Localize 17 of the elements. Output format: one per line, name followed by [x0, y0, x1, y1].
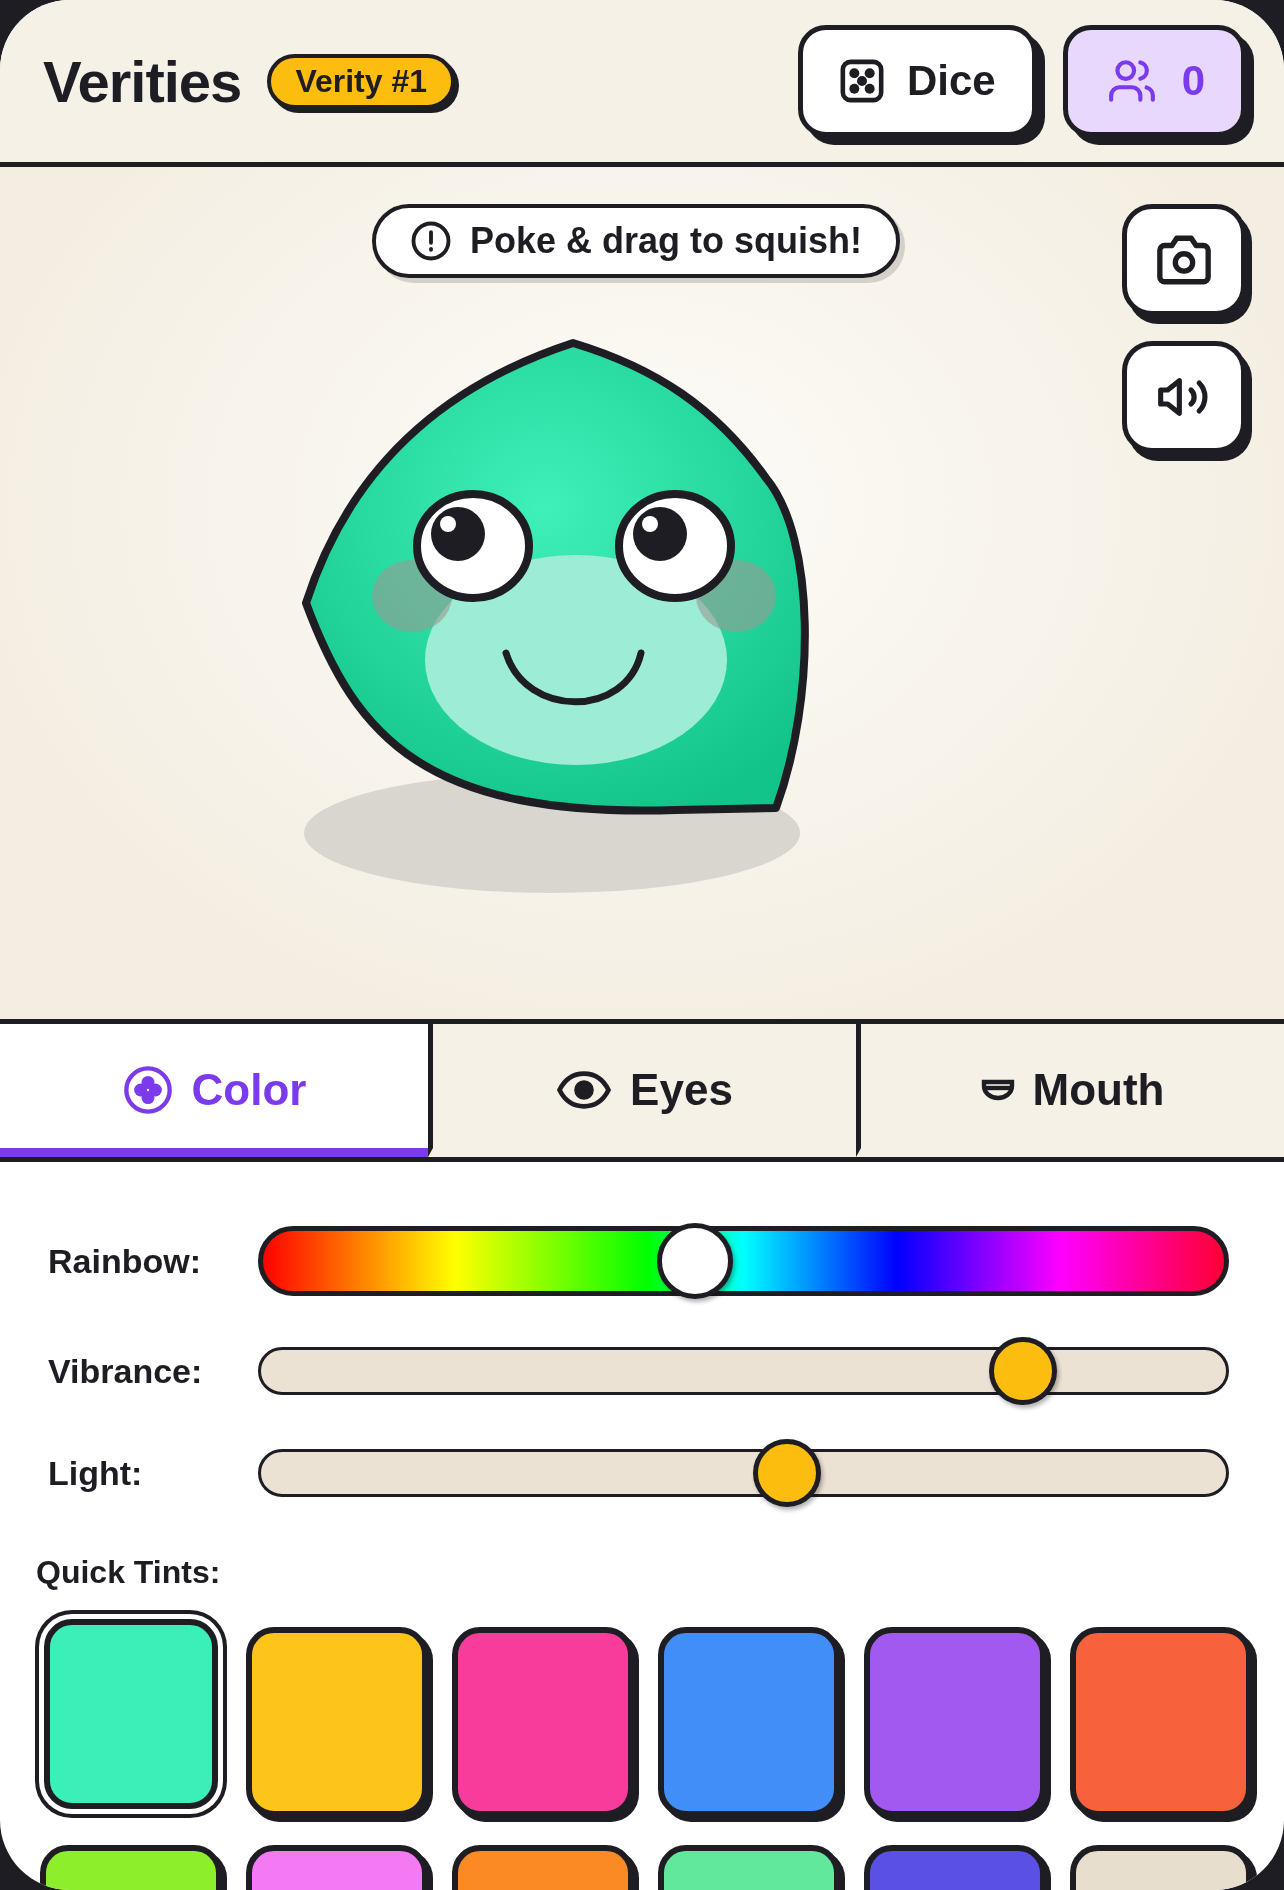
palette-icon — [121, 1064, 174, 1116]
app-title: Verities — [43, 47, 242, 115]
camera-icon — [1155, 235, 1213, 285]
quick-tints-label: Quick Tints: — [36, 1554, 222, 1591]
hint-text: Poke & drag to squish! — [469, 220, 862, 262]
slider-label: Vibrance: — [48, 1351, 204, 1391]
editor-tab[interactable]: Eyes — [428, 1024, 856, 1157]
eye-icon — [556, 1068, 613, 1112]
slider-label: Rainbow: — [48, 1241, 202, 1281]
dice-icon — [838, 58, 885, 104]
editor-tab[interactable]: Mouth — [856, 1024, 1284, 1157]
slider-thumb[interactable] — [752, 1439, 821, 1507]
slider-thumb[interactable] — [989, 1337, 1058, 1405]
info-icon — [409, 220, 452, 262]
slider-label: Light: — [48, 1453, 144, 1493]
slider-thumb[interactable] — [657, 1223, 734, 1299]
mouth-icon — [980, 1078, 1015, 1102]
